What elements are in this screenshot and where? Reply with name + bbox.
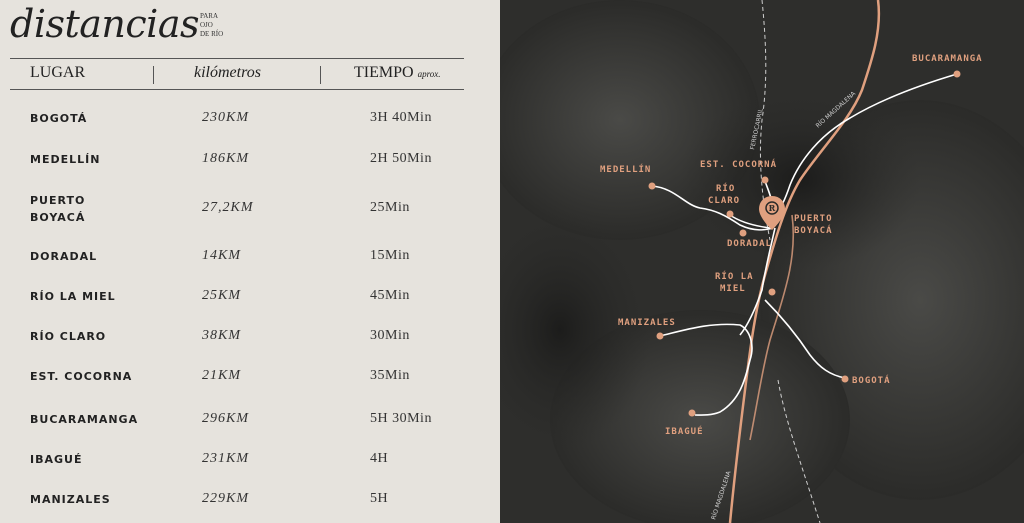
travel-time: 5H bbox=[370, 491, 389, 506]
marker-rio-la-miel bbox=[768, 288, 776, 296]
distance-km: 296KM bbox=[202, 411, 249, 426]
distance-km: 186KM bbox=[202, 151, 249, 166]
distance-km: 27,2KM bbox=[202, 200, 254, 215]
place-name: MEDELLÍN bbox=[30, 153, 101, 166]
place-name: IBAGUÉ bbox=[30, 453, 83, 466]
route-map-svg: R BUCARAMANGA MEDELLÍN EST. COCORNÁ RÍO … bbox=[500, 0, 1024, 523]
distance-km: 231KM bbox=[202, 451, 249, 466]
place-name: DORADAL bbox=[30, 250, 98, 263]
subtitle-line: OJO bbox=[200, 21, 213, 29]
distance-km: 14KM bbox=[202, 248, 241, 263]
header-top-rule bbox=[10, 58, 464, 59]
distance-km: 229KM bbox=[202, 491, 249, 506]
travel-time: 35Min bbox=[370, 368, 410, 383]
marker-ibague bbox=[688, 409, 696, 417]
travel-time: 5H 30Min bbox=[370, 411, 432, 426]
header-bottom-rule bbox=[10, 89, 464, 90]
column-divider bbox=[153, 66, 154, 84]
label-bogota: BOGOTÁ bbox=[852, 374, 891, 386]
marker-rio-claro bbox=[726, 210, 734, 218]
place-name: BUCARAMANGA bbox=[30, 413, 139, 426]
travel-time: 3H 40Min bbox=[370, 110, 432, 125]
place-name: MANIZALES bbox=[30, 493, 111, 506]
marker-manizales bbox=[656, 332, 664, 340]
distance-km: 230KM bbox=[202, 110, 249, 125]
column-header-km: kilómetros bbox=[194, 64, 261, 81]
label-cocorna: EST. COCORNÁ bbox=[700, 158, 777, 170]
subtitle: PARA OJO DE RÍO bbox=[200, 12, 223, 39]
place-name: EST. COCORNA bbox=[30, 370, 133, 383]
marker-bogota bbox=[841, 375, 849, 383]
column-header-time-label: TIEMPO bbox=[354, 64, 414, 81]
svg-text:R: R bbox=[769, 203, 776, 213]
marker-bucaramanga bbox=[953, 70, 961, 78]
distance-km: 25KM bbox=[202, 288, 241, 303]
marker-cocorna bbox=[761, 176, 769, 184]
column-header-time: TIEMPO aprox. bbox=[354, 64, 440, 82]
travel-time: 30Min bbox=[370, 328, 410, 343]
label-rio-claro-2: CLARO bbox=[708, 196, 740, 206]
column-header-place: LUGAR bbox=[30, 64, 86, 81]
label-rio-la-miel-1: RÍO LA bbox=[715, 270, 754, 282]
label-puerto-2: BOYACÁ bbox=[794, 224, 833, 236]
label-puerto-1: PUERTO bbox=[794, 214, 833, 224]
marker-medellin bbox=[648, 182, 656, 190]
place-name: PUERTO BOYACÁ bbox=[30, 194, 86, 224]
column-header-time-note: aprox. bbox=[417, 69, 441, 79]
travel-time: 45Min bbox=[370, 288, 410, 303]
label-bucaramanga: BUCARAMANGA bbox=[912, 54, 983, 64]
distances-panel: distancias PARA OJO DE RÍO LUGAR kilómet… bbox=[0, 0, 500, 523]
column-divider bbox=[320, 66, 321, 84]
label-doradal: DORADAL bbox=[727, 239, 772, 249]
label-rio-la-miel-2: MIEL bbox=[720, 284, 746, 294]
travel-time: 4H bbox=[370, 451, 389, 466]
page-title: distancias bbox=[10, 2, 199, 46]
travel-time: 2H 50Min bbox=[370, 151, 432, 166]
subtitle-line: DE RÍO bbox=[200, 30, 224, 38]
distance-km: 38KM bbox=[202, 328, 241, 343]
route-map: R BUCARAMANGA MEDELLÍN EST. COCORNÁ RÍO … bbox=[500, 0, 1024, 523]
place-name: RÍO CLARO bbox=[30, 330, 107, 343]
marker-doradal bbox=[739, 229, 747, 237]
subtitle-line: PARA bbox=[200, 12, 219, 20]
distance-km: 21KM bbox=[202, 368, 241, 383]
place-name: BOGOTÁ bbox=[30, 112, 88, 125]
place-name: RÍO LA MIEL bbox=[30, 290, 116, 303]
label-medellin: MEDELLÍN bbox=[600, 163, 651, 175]
label-rio-claro-1: RÍO bbox=[716, 182, 735, 194]
travel-time: 25Min bbox=[370, 200, 410, 215]
travel-time: 15Min bbox=[370, 248, 410, 263]
label-ibague: IBAGUÉ bbox=[665, 425, 704, 437]
label-manizales: MANIZALES bbox=[618, 318, 676, 328]
